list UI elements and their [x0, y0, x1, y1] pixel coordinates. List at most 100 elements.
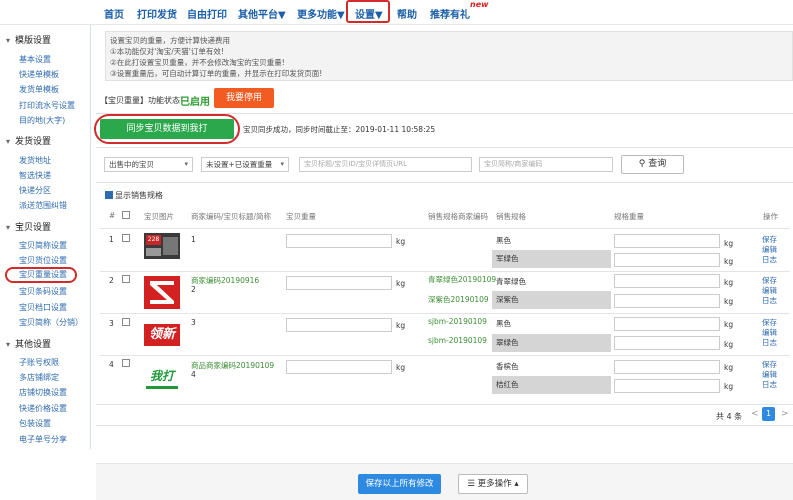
spec-code: sjbm-20190109: [428, 317, 487, 326]
unit-label: kg: [724, 297, 734, 306]
more-actions-button[interactable]: ☰ 更多操作 ▴: [458, 474, 528, 494]
sidebar-item-smart-express[interactable]: 智选快递: [19, 170, 51, 181]
chevron-down-icon: ▾: [6, 137, 11, 146]
product-thumbnail: 228: [144, 233, 180, 259]
show-spec-toggle[interactable]: 显示销售规格: [105, 190, 163, 201]
sidebar-item-subaccount[interactable]: 子账号权限: [19, 357, 59, 368]
log-link[interactable]: 日志: [762, 296, 777, 306]
row-checkbox[interactable]: [122, 318, 132, 327]
sidebar-item-waybill-share[interactable]: 电子单号分享: [19, 434, 67, 445]
row-title: 2: [191, 285, 196, 294]
log-link[interactable]: 日志: [762, 255, 777, 265]
nav-referral[interactable]: 推荐有礼: [430, 6, 470, 21]
save-link[interactable]: 保存: [762, 276, 777, 286]
spec-weight-input[interactable]: [614, 317, 720, 331]
keyword-input[interactable]: 宝贝标题/宝贝ID/宝贝详情页URL: [299, 157, 472, 172]
next-page-icon[interactable]: >: [781, 409, 789, 419]
weight-input[interactable]: [286, 234, 392, 248]
spec-name: 深紫色: [492, 291, 611, 309]
spec-weight-input[interactable]: [614, 234, 720, 248]
notice-line: ①本功能仅对'淘宝/天猫'订单有效!: [110, 47, 224, 56]
search-button[interactable]: ⚲ 查询: [621, 155, 684, 174]
sidebar-item-delivery-template[interactable]: 发货单模板: [19, 84, 59, 95]
edit-link[interactable]: 编辑: [762, 286, 777, 296]
chevron-down-icon: ▾: [184, 160, 188, 168]
select-all-checkbox[interactable]: [122, 211, 132, 220]
status-value: 已启用: [180, 97, 210, 108]
divider: [96, 182, 793, 183]
spec-weight-input[interactable]: [614, 336, 720, 350]
save-link[interactable]: 保存: [762, 235, 777, 245]
nav-print-ship[interactable]: 打印发货: [137, 6, 177, 21]
sync-button[interactable]: 同步宝贝数据到我打: [100, 119, 234, 139]
chevron-down-icon: ▾: [6, 223, 11, 232]
nav-other-platforms[interactable]: 其他平台▼: [238, 6, 286, 21]
log-link[interactable]: 日志: [762, 380, 777, 390]
col-ops: 操作: [763, 212, 778, 221]
nav-help[interactable]: 帮助: [397, 6, 417, 21]
sidebar-item-zones[interactable]: 快递分区: [19, 185, 51, 196]
nav-free-print[interactable]: 自由打印: [187, 6, 227, 21]
sidebar-item-express-template[interactable]: 快递单模板: [19, 69, 59, 80]
spec-name: 黑色: [496, 319, 511, 328]
nav-home[interactable]: 首页: [104, 6, 124, 21]
sidebar-item-express-price[interactable]: 快递价格设置: [19, 403, 67, 414]
spec-weight-input[interactable]: [614, 360, 720, 374]
sidebar-item-packaging[interactable]: 包装设置: [19, 418, 51, 429]
row-checkbox[interactable]: [122, 234, 132, 243]
sidebar-group-shipping[interactable]: ▾ 发货设置: [6, 134, 51, 147]
row-checkbox[interactable]: [122, 275, 132, 284]
edit-link[interactable]: 编辑: [762, 328, 777, 338]
sidebar-item-barcode[interactable]: 宝贝条码设置: [19, 286, 67, 297]
save-link[interactable]: 保存: [762, 318, 777, 328]
sidebar-item-destination[interactable]: 目的地(大字): [19, 115, 65, 126]
pagination: 共 4 条 < 1 >: [96, 404, 793, 426]
divider: [96, 147, 793, 148]
sidebar-item-address[interactable]: 发货地址: [19, 155, 51, 166]
nav-more-features[interactable]: 更多功能▼: [297, 6, 345, 21]
notice-line: 设置宝贝的重量，方便计算快递费用: [110, 36, 230, 45]
edit-link[interactable]: 编辑: [762, 370, 777, 380]
prev-page-icon[interactable]: <: [751, 409, 759, 419]
save-link[interactable]: 保存: [762, 360, 777, 370]
log-link[interactable]: 日志: [762, 338, 777, 348]
sidebar-item-multi-shop[interactable]: 多店铺绑定: [19, 372, 59, 383]
weight-input[interactable]: [286, 360, 392, 374]
code-input[interactable]: 宝贝简称/商家编码: [479, 157, 613, 172]
sidebar-item-short-name[interactable]: 宝贝简称设置: [19, 240, 67, 251]
weight-select[interactable]: 未设置+已设置重量 ▾: [201, 157, 289, 172]
sidebar-item-weight[interactable]: 宝贝重量设置: [5, 267, 77, 283]
sidebar-item-location[interactable]: 宝贝货位设置: [19, 255, 67, 266]
checkbox[interactable]: [105, 191, 113, 199]
total-count: 共 4 条: [716, 412, 743, 421]
weight-input[interactable]: [286, 276, 392, 290]
product-thumbnail: 领新: [144, 318, 180, 351]
sidebar-item-range[interactable]: 派送范围纠错: [19, 200, 67, 211]
sidebar-item-basic[interactable]: 基本设置: [19, 54, 51, 65]
settings-highlight: [346, 0, 390, 23]
unit-label: kg: [724, 363, 734, 372]
sidebar-item-short-name-dist[interactable]: 宝贝简称（分销）: [19, 317, 83, 328]
spec-weight-input[interactable]: [614, 253, 720, 267]
save-all-button[interactable]: 保存以上所有修改: [358, 474, 441, 494]
sidebar-group-template[interactable]: ▾ 模版设置: [6, 33, 51, 46]
sidebar-item-stall[interactable]: 宝贝档口设置: [19, 302, 67, 313]
sidebar-item-serial[interactable]: 打印流水号设置: [19, 100, 75, 111]
row-code: 商品商家编码20190109: [191, 361, 275, 370]
chevron-down-icon: ▾: [6, 340, 11, 349]
spec-weight-input[interactable]: [614, 379, 720, 393]
status-select[interactable]: 出售中的宝贝 ▾: [104, 157, 193, 172]
spec-weight-input[interactable]: [614, 294, 720, 308]
unit-label: kg: [396, 321, 406, 330]
spec-weight-input[interactable]: [614, 274, 720, 288]
page-button[interactable]: 1: [762, 407, 775, 421]
row-checkbox[interactable]: [122, 359, 132, 368]
sidebar-item-shop-switch[interactable]: 店铺切换设置: [19, 387, 67, 398]
spec-name: 桔红色: [492, 376, 611, 394]
sidebar-group-other[interactable]: ▾ 其他设置: [6, 337, 51, 350]
footer-bar: [96, 463, 793, 500]
sidebar-group-items[interactable]: ▾ 宝贝设置: [6, 220, 51, 233]
edit-link[interactable]: 编辑: [762, 245, 777, 255]
weight-input[interactable]: [286, 318, 392, 332]
disable-button[interactable]: 我要停用: [214, 88, 274, 108]
